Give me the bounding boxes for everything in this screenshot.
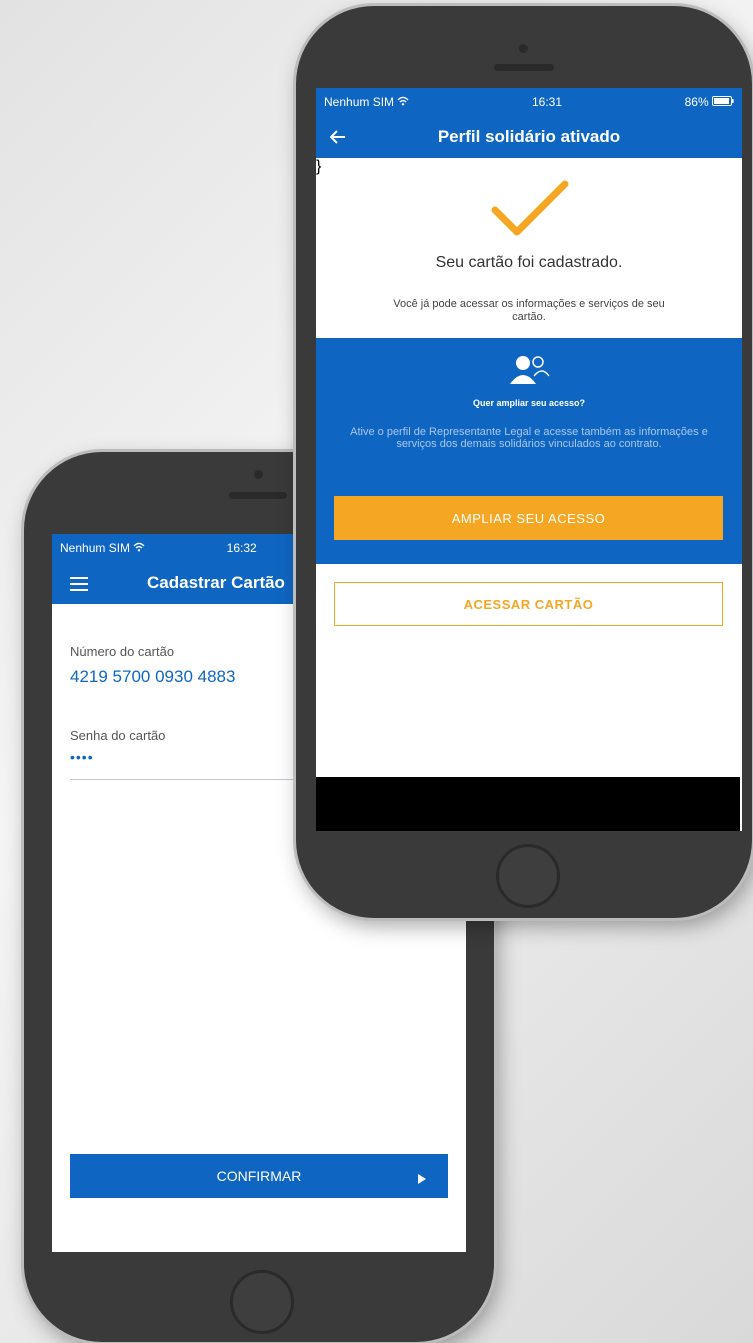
wifi-icon [133, 541, 145, 555]
expand-access-button[interactable]: AMPLIAR SEU ACESSO [334, 496, 723, 540]
camera [254, 470, 263, 479]
front-phone: Nenhum SIM 16:31 86% Perfil solidário at… [296, 6, 752, 918]
home-button[interactable] [230, 1270, 294, 1334]
success-title: Seu cartão foi cadastrado. [435, 254, 623, 271]
page-title: Cadastrar Cartão [147, 573, 285, 592]
speaker [494, 64, 554, 71]
promo-text: Ative o perfil de Representante Legal e … [350, 426, 708, 451]
front-navbar: Perfil solidário ativado [316, 116, 742, 158]
confirm-button[interactable]: CONFIRMAR [70, 1154, 448, 1198]
camera [519, 44, 528, 53]
status-bar: Nenhum SIM 16:31 86% [316, 88, 742, 116]
wifi-icon [397, 95, 409, 109]
status-time: 16:31 [531, 95, 563, 109]
users-icon [510, 354, 550, 389]
black-bar [316, 777, 740, 831]
speaker [229, 492, 287, 499]
promo-title: Quer ampliar seu acesso? [472, 398, 586, 408]
success-message: Você já pode acessar os informações e se… [393, 298, 665, 323]
access-card-button[interactable]: ACESSAR CARTÃO [334, 582, 723, 626]
expand-access-label: AMPLIAR SEU ACESSO [451, 510, 606, 526]
menu-icon[interactable] [70, 576, 88, 596]
card-number-label: Número do cartão [70, 644, 175, 659]
carrier-label: Nenhum SIM [324, 95, 409, 109]
battery-percent: 86% [684, 95, 709, 109]
confirm-label: CONFIRMAR [216, 1168, 302, 1184]
promo-section: Quer ampliar seu acesso? Ative o perfil … [316, 338, 742, 564]
carrier-label: Nenhum SIM [60, 541, 145, 555]
card-number-input[interactable]: 4219 5700 0930 4883 [70, 667, 235, 687]
success-section: Seu cartão foi cadastrado. Você já pode … [316, 158, 742, 338]
battery-group: 86% [685, 95, 734, 109]
access-card-label: ACESSAR CARTÃO [463, 596, 594, 612]
page-title: Perfil solidário ativado [437, 127, 621, 146]
front-top-bar: Nenhum SIM 16:31 86% Perfil solidário at… [316, 88, 742, 158]
carrier-text: Nenhum SIM [324, 95, 395, 109]
front-screen: Nenhum SIM 16:31 86% Perfil solidário at… [316, 88, 742, 831]
card-number-group: Número do cartão 4219 5700 0930 4883 [70, 644, 235, 687]
status-time: 16:32 [226, 541, 257, 555]
play-icon [418, 1171, 426, 1187]
checkmark-icon [491, 180, 569, 243]
home-button[interactable] [496, 844, 560, 908]
carrier-text: Nenhum SIM [60, 541, 131, 555]
battery-icon [712, 95, 734, 109]
